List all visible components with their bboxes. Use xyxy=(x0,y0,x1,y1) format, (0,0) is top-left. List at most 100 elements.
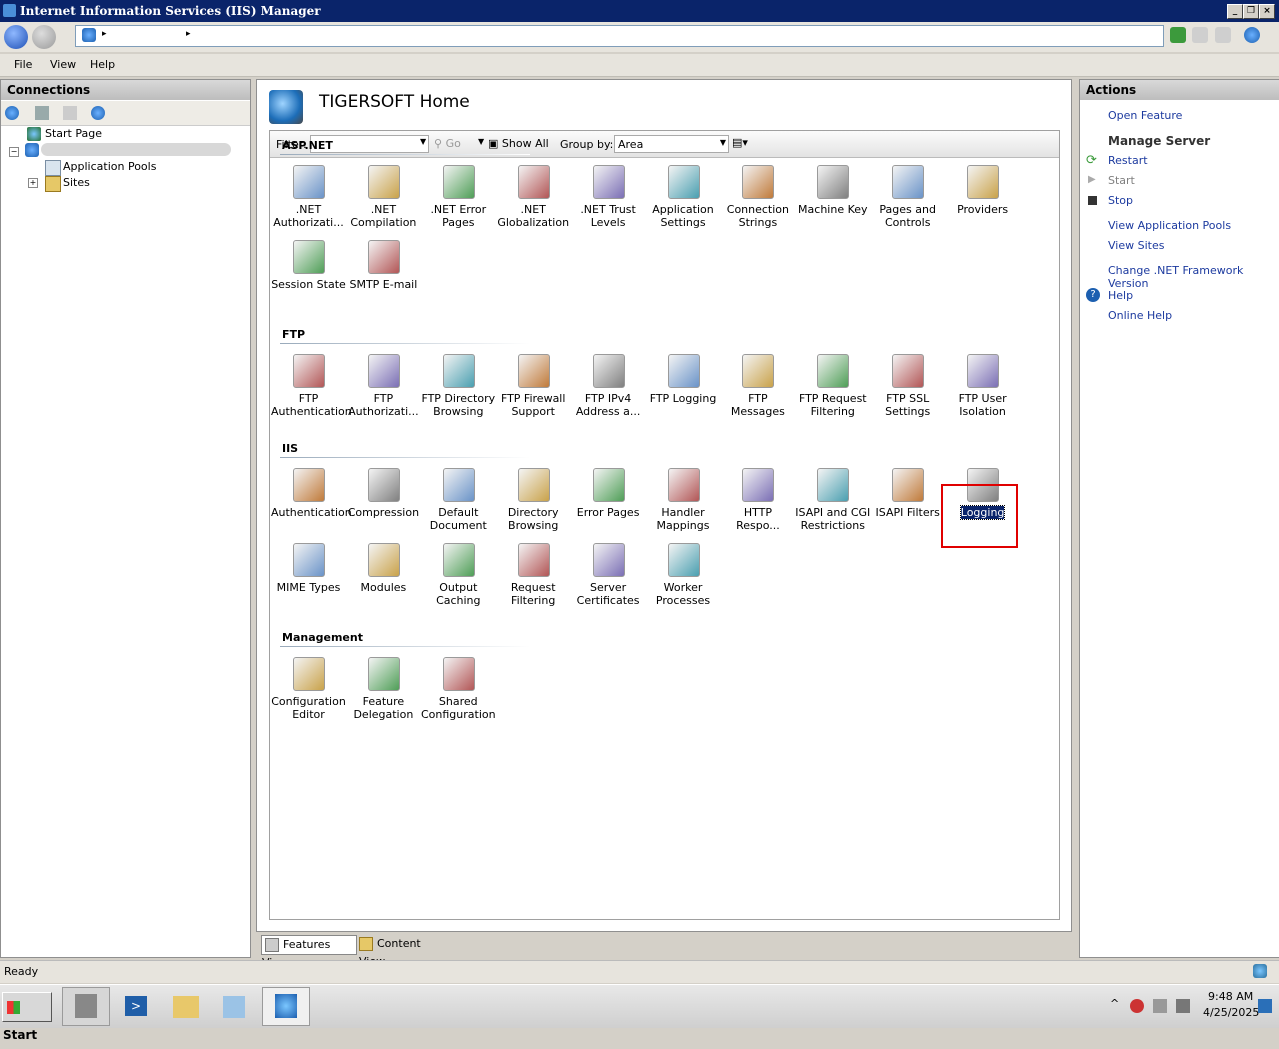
feature-tile[interactable]: FTP User Isolation xyxy=(945,354,1020,424)
action-online-help[interactable]: Online Help xyxy=(1108,309,1172,322)
group-by-select[interactable]: Area ▼ xyxy=(614,135,729,153)
breadcrumb-separator[interactable]: ▸ xyxy=(102,29,107,39)
server-node-icon[interactable] xyxy=(25,143,39,157)
feature-tile[interactable]: Session State xyxy=(271,240,346,310)
feature-tile[interactable]: Server Certificates xyxy=(571,543,646,613)
feature-tile[interactable]: .NET Authorizati... xyxy=(271,165,346,235)
address-bar[interactable]: ▸ ▸ xyxy=(75,25,1164,47)
feature-tile[interactable]: Connection Strings xyxy=(720,165,795,235)
action-change-net-framework[interactable]: Change .NET Framework Version xyxy=(1108,264,1279,290)
tab-content-view[interactable]: Content View xyxy=(359,935,449,968)
feature-tile[interactable]: FTP Firewall Support xyxy=(496,354,571,424)
action-view-sites[interactable]: View Sites xyxy=(1108,239,1164,252)
feature-tile[interactable]: .NET Compilation xyxy=(346,165,421,235)
chevron-down-icon[interactable]: ▼ xyxy=(420,137,426,146)
collapse-icon[interactable]: − xyxy=(9,147,19,157)
feature-tile[interactable]: FTP IPv4 Address a... xyxy=(571,354,646,424)
feature-tile[interactable]: Output Caching xyxy=(421,543,496,613)
action-restart[interactable]: Restart xyxy=(1108,154,1148,167)
feature-tile[interactable]: Providers xyxy=(945,165,1020,235)
feature-tile[interactable]: Handler Mappings xyxy=(646,468,721,538)
action-view-app-pools[interactable]: View Application Pools xyxy=(1108,219,1231,232)
feature-label: Directory Browsing xyxy=(507,506,559,532)
feature-label: Configuration Editor xyxy=(271,695,346,721)
feature-tile[interactable]: .NET Trust Levels xyxy=(571,165,646,235)
network-icon[interactable] xyxy=(1153,999,1167,1013)
feature-tile[interactable]: SMTP E-mail xyxy=(346,240,421,310)
tree-item-app-pools[interactable]: Application Pools xyxy=(63,160,156,173)
stop-icon[interactable] xyxy=(1192,27,1208,43)
feature-tile[interactable]: ISAPI and CGI Restrictions xyxy=(795,468,870,538)
feature-tile[interactable]: Feature Delegation xyxy=(346,657,421,727)
action-start[interactable]: Start xyxy=(1108,174,1135,187)
feature-tile[interactable]: FTP SSL Settings xyxy=(870,354,945,424)
feature-tile[interactable]: Pages and Controls xyxy=(870,165,945,235)
feature-tile[interactable]: FTP Request Filtering xyxy=(795,354,870,424)
action-center-icon[interactable] xyxy=(1130,999,1144,1013)
menu-help[interactable]: Help xyxy=(90,58,115,71)
close-button[interactable]: × xyxy=(1259,4,1275,19)
view-mode-icon[interactable]: ▤▾ xyxy=(732,136,748,149)
home-icon[interactable] xyxy=(1215,27,1231,43)
tree-item-sites[interactable]: Sites xyxy=(63,176,90,189)
up-folder-icon[interactable] xyxy=(63,106,77,120)
taskbar-iis-manager[interactable] xyxy=(262,987,310,1026)
help-icon[interactable] xyxy=(1244,27,1260,43)
connect-globe-icon[interactable] xyxy=(5,106,19,120)
clock-date[interactable]: 4/25/2025 xyxy=(1203,1006,1259,1019)
feature-tile[interactable]: FTP Messages xyxy=(720,354,795,424)
feature-tile[interactable]: .NET Error Pages xyxy=(421,165,496,235)
feature-tile[interactable]: FTP Authorizati... xyxy=(346,354,421,424)
taskbar-explorer[interactable] xyxy=(162,987,210,1026)
feature-tile[interactable]: FTP Logging xyxy=(646,354,721,424)
breadcrumb-separator[interactable]: ▸ xyxy=(186,29,191,39)
feature-tile[interactable]: .NET Globalization xyxy=(496,165,571,235)
action-stop[interactable]: Stop xyxy=(1108,194,1133,207)
feature-tile[interactable]: MIME Types xyxy=(271,543,346,613)
feature-tile[interactable]: Machine Key xyxy=(795,165,870,235)
feature-tile[interactable]: Shared Configuration xyxy=(421,657,496,727)
clock-time[interactable]: 9:48 AM xyxy=(1208,990,1253,1003)
forward-arrow-icon[interactable] xyxy=(32,25,56,49)
feature-label: Server Certificates xyxy=(576,581,640,607)
action-help[interactable]: Help xyxy=(1108,289,1133,302)
feature-tile[interactable]: Worker Processes xyxy=(646,543,721,613)
feature-tile[interactable]: FTP Directory Browsing xyxy=(421,354,496,424)
feature-tile[interactable]: Application Settings xyxy=(646,165,721,235)
feature-tile[interactable]: Default Document xyxy=(421,468,496,538)
refresh-icon[interactable] xyxy=(1170,27,1186,43)
feature-tile[interactable]: Request Filtering xyxy=(496,543,571,613)
taskbar-powershell[interactable]: > xyxy=(112,987,160,1026)
tab-features-view[interactable]: Features View xyxy=(261,935,357,969)
action-open-feature[interactable]: Open Feature xyxy=(1108,109,1182,122)
volume-muted-icon[interactable] xyxy=(1176,999,1190,1013)
feature-tile[interactable]: FTP Authentication xyxy=(271,354,352,424)
menu-file[interactable]: File xyxy=(14,58,32,71)
maximize-button[interactable]: ❐ xyxy=(1243,4,1259,19)
tree-item-start-page[interactable]: Start Page xyxy=(45,127,102,140)
feature-tile[interactable]: Compression xyxy=(346,468,421,538)
taskbar-server-manager[interactable] xyxy=(62,987,110,1026)
taskbar-notepad[interactable] xyxy=(210,987,258,1026)
feature-tile[interactable]: Authentication xyxy=(271,468,352,538)
chevron-down-icon[interactable]: ▼ xyxy=(478,137,484,146)
start-button[interactable]: Start xyxy=(2,992,52,1042)
disconnect-icon[interactable] xyxy=(91,106,105,120)
show-desktop-icon[interactable] xyxy=(1258,999,1272,1013)
save-icon[interactable] xyxy=(35,106,49,120)
back-arrow-icon[interactable] xyxy=(4,25,28,49)
expand-icon[interactable]: + xyxy=(28,178,38,188)
feature-tile[interactable]: HTTP Respo... xyxy=(720,468,795,538)
feature-tile[interactable]: Configuration Editor xyxy=(271,657,346,727)
status-bar: Ready xyxy=(0,960,1279,983)
feature-tile[interactable]: Error Pages xyxy=(571,468,646,538)
show-all-button[interactable]: ▣ Show All xyxy=(488,137,549,150)
show-hidden-icons[interactable]: ^ xyxy=(1110,997,1119,1010)
menu-view[interactable]: View xyxy=(50,58,76,71)
feature-tile[interactable]: Modules xyxy=(346,543,421,613)
go-button[interactable]: ⚲ Go xyxy=(434,137,461,150)
feature-tile[interactable]: ISAPI Filters xyxy=(870,468,945,538)
section-heading: Management xyxy=(282,631,363,644)
minimize-button[interactable]: _ xyxy=(1227,4,1243,19)
feature-tile[interactable]: Directory Browsing xyxy=(496,468,571,538)
